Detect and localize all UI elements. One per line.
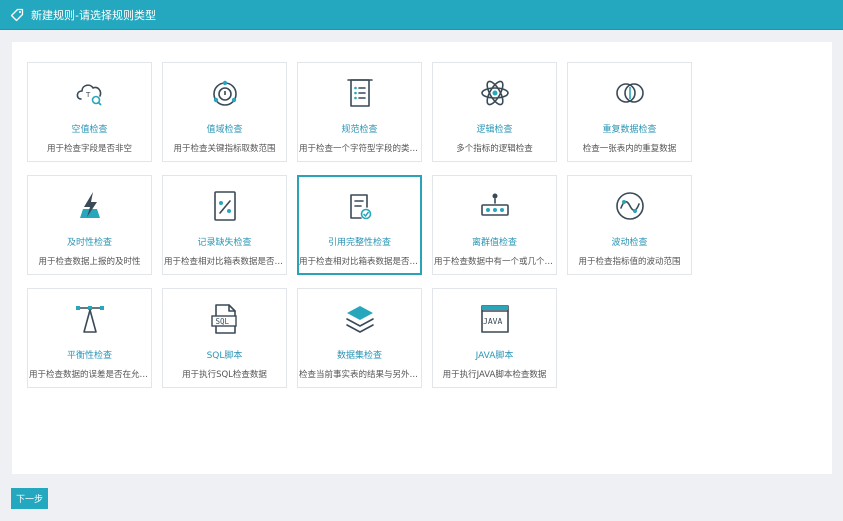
missing-record-icon (213, 191, 236, 221)
rule-desc: 多个指标的逻辑检查 (456, 144, 533, 154)
rule-desc: 用于检查一个字符型字段的类型... (299, 144, 420, 154)
rule-card-missing-record-check[interactable]: 记录缺失检查 用于检查相对比箱表数据是否完整 (162, 175, 287, 275)
document-list-icon (346, 79, 373, 107)
rule-desc: 用于执行SQL检查数据 (182, 370, 267, 380)
rule-name: 重复数据检查 (602, 125, 657, 135)
rule-name: 记录缺失检查 (197, 238, 252, 248)
rule-desc: 用于检查相对比箱表数据是否完整 (164, 257, 285, 267)
svg-text:T: T (85, 91, 91, 99)
rule-desc: 用于检查数据上报的及时性 (38, 257, 141, 267)
lightning-icon (79, 192, 100, 218)
rule-desc: 检查一张表内的重复数据 (582, 144, 677, 154)
rule-type-panel: T 空值检查 用于检查字段是否非空 值域检查 用于检查关键指标取数范围 规范检查… (12, 42, 832, 474)
rule-desc: 检查当前事实表的结果与另外一... (299, 370, 420, 380)
rule-desc: 用于检查数据中有一个或几个数... (434, 257, 555, 267)
rule-name: JAVA脚本 (475, 351, 514, 361)
rule-name: 引用完整性检查 (327, 238, 391, 248)
rule-card-balance-check[interactable]: 平衡性检查 用于检查数据的误差是否在允许... (27, 288, 152, 388)
layers-icon (345, 306, 374, 333)
rule-desc: 用于检查相对比箱表数据是否有效 (299, 257, 420, 267)
reference-check-icon (349, 194, 371, 220)
svg-text:JAVA: JAVA (483, 317, 502, 326)
rule-card-range-check[interactable]: 值域检查 用于检查关键指标取数范围 (162, 62, 287, 162)
sql-file-icon: SQL (210, 304, 237, 334)
rule-card-fluctuation-check[interactable]: 波动检查 用于检查指标值的波动范围 (567, 175, 692, 275)
wave-icon (615, 192, 644, 220)
range-target-icon (212, 80, 237, 106)
rule-card-sql-script[interactable]: SQL SQL脚本 用于执行SQL检查数据 (162, 288, 287, 388)
balance-icon (75, 306, 104, 333)
rule-desc: 用于检查指标值的波动范围 (578, 257, 681, 267)
rule-name: 规范检查 (341, 125, 378, 135)
rule-desc: 用于检查字段是否非空 (46, 144, 132, 154)
title-bar: 新建规则-请选择规则类型 (0, 0, 843, 30)
rule-card-outlier-check[interactable]: 离群值检查 用于检查数据中有一个或几个数... (432, 175, 557, 275)
duplicate-circles-icon (615, 83, 644, 103)
rule-card-reference-check[interactable]: 引用完整性检查 用于检查相对比箱表数据是否有效 (297, 175, 422, 275)
rule-desc: 用于检查数据的误差是否在允许... (29, 370, 150, 380)
rule-card-java-script[interactable]: JAVA JAVA脚本 用于执行JAVA脚本检查数据 (432, 288, 557, 388)
rule-name: SQL脚本 (206, 351, 243, 361)
rule-card-null-check[interactable]: T 空值检查 用于检查字段是否非空 (27, 62, 152, 162)
rule-name: 平衡性检查 (66, 351, 112, 361)
rule-type-grid: T 空值检查 用于检查字段是否非空 值域检查 用于检查关键指标取数范围 规范检查… (27, 62, 692, 388)
rule-name: 空值检查 (71, 125, 108, 135)
rule-name: 及时性检查 (66, 238, 112, 248)
rule-name: 离群值检查 (471, 238, 517, 248)
rule-name: 逻辑检查 (476, 125, 513, 135)
tag-icon (10, 8, 24, 21)
rule-name: 数据集检查 (336, 351, 382, 361)
rule-card-dataset-check[interactable]: 数据集检查 检查当前事实表的结果与另外一... (297, 288, 422, 388)
svg-text:SQL: SQL (215, 317, 229, 326)
outlier-icon (480, 193, 509, 216)
window-title: 新建规则-请选择规则类型 (31, 8, 156, 22)
atom-icon (480, 80, 509, 106)
cloud-search-icon: T (76, 84, 102, 106)
rule-card-duplicate-check[interactable]: 重复数据检查 检查一张表内的重复数据 (567, 62, 692, 162)
rule-name: 值域检查 (206, 125, 243, 135)
rule-card-format-check[interactable]: 规范检查 用于检查一个字符型字段的类型... (297, 62, 422, 162)
java-script-icon: JAVA (480, 305, 509, 333)
rule-card-timeliness-check[interactable]: 及时性检查 用于检查数据上报的及时性 (27, 175, 152, 275)
rule-desc: 用于检查关键指标取数范围 (173, 144, 276, 154)
rule-desc: 用于执行JAVA脚本检查数据 (442, 370, 547, 380)
rule-card-logic-check[interactable]: 逻辑检查 多个指标的逻辑检查 (432, 62, 557, 162)
rule-name: 波动检查 (611, 238, 648, 248)
next-step-button[interactable]: 下一步 (11, 488, 48, 509)
